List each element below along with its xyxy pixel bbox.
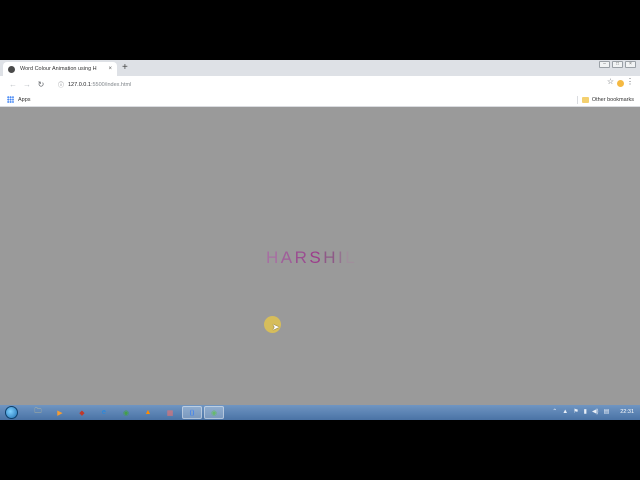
calendar-icon[interactable]: ▦	[160, 406, 180, 419]
other-bookmarks[interactable]: Other bookmarks	[576, 96, 634, 104]
globe-icon	[8, 65, 15, 73]
folder-icon	[581, 97, 589, 103]
vlc-icon[interactable]: ▲	[138, 406, 158, 419]
address-bar[interactable]: ⓘ 127.0.0.1:5500/index.html	[54, 79, 589, 91]
apps-shortcut[interactable]: Apps	[7, 96, 31, 103]
other-bookmarks-label: Other bookmarks	[591, 97, 634, 103]
browser-tab[interactable]: Word Colour Animation using H ×	[3, 62, 117, 76]
chrome-icon[interactable]: ◉	[116, 406, 136, 419]
url-path: :5500/index.html	[90, 81, 132, 88]
system-tray: ⌃ ▲ ⚑ ▮ ◀) ▤ 22:31	[552, 408, 634, 416]
taskbar: 🗀 ▶ ◆ e ◉ ▲ ▦ ⟨⟩ ◉ ⌃ ▲ ⚑ ▮ ◀) ▤ 22:31	[0, 405, 640, 420]
tab-title: Word Colour Animation using H	[20, 66, 97, 72]
browser-active-icon[interactable]: ◉	[204, 406, 224, 419]
bookmarks-divider	[576, 96, 578, 104]
network-icon[interactable]: ▤	[604, 408, 610, 415]
page-content: HARSHIL ➤	[0, 107, 640, 405]
word-letter: H	[266, 248, 281, 267]
screen: Word Colour Animation using H × + – □ × …	[0, 60, 640, 420]
back-button[interactable]: ←	[6, 80, 20, 89]
action-center-icon[interactable]: ⚑	[573, 408, 578, 415]
word-letter: L	[345, 248, 358, 267]
battery-icon[interactable]: ▮	[584, 408, 587, 415]
apps-label: Apps	[18, 96, 31, 103]
bookmark-star-icon[interactable]: ☆	[607, 77, 614, 86]
profile-avatar[interactable]	[617, 80, 624, 87]
tray-app-icon[interactable]: ▲	[562, 409, 568, 415]
animated-word: HARSHIL	[266, 248, 357, 268]
url-host: 127.0.0.1	[68, 81, 91, 88]
taskbar-pinned-apps: 🗀 ▶ ◆ e ◉ ▲ ▦ ⟨⟩ ◉	[28, 406, 226, 419]
window-controls: – □ ×	[599, 61, 636, 68]
tab-close-icon[interactable]: ×	[108, 66, 112, 72]
word-letter: H	[323, 248, 339, 267]
volume-icon[interactable]: ◀)	[592, 408, 599, 415]
browser-menu-icon[interactable]: ⋮	[626, 77, 634, 86]
media-player-icon[interactable]: ▶	[50, 406, 70, 419]
start-button[interactable]	[5, 406, 18, 419]
word-letter: R	[294, 248, 310, 267]
apps-grid-icon	[7, 96, 14, 103]
browser-toolbar: ← → ↻ ⓘ 127.0.0.1:5500/index.html	[0, 76, 640, 93]
url-text: 127.0.0.1:5500/index.html	[68, 82, 131, 88]
explorer-icon[interactable]: 🗀	[28, 406, 48, 419]
site-info-icon[interactable]: ⓘ	[58, 80, 66, 89]
maximize-button[interactable]: □	[612, 61, 623, 68]
word-letter: S	[309, 248, 324, 267]
minimize-button[interactable]: –	[599, 61, 610, 68]
new-tab-button[interactable]: +	[122, 62, 128, 74]
forward-button[interactable]: →	[20, 80, 34, 89]
reload-button[interactable]: ↻	[34, 80, 48, 89]
taskbar-clock[interactable]: 22:31	[620, 409, 634, 415]
tab-strip: Word Colour Animation using H × + – □ ×	[0, 60, 640, 76]
word-letter: A	[280, 248, 295, 267]
bookmarks-bar: Apps Other bookmarks	[0, 93, 640, 107]
mouse-pointer-icon: ➤	[272, 322, 280, 332]
edge-icon[interactable]: e	[94, 406, 114, 419]
vscode-icon[interactable]: ⟨⟩	[182, 406, 202, 419]
tray-expand-icon[interactable]: ⌃	[552, 408, 557, 415]
shield-app-icon[interactable]: ◆	[72, 406, 92, 419]
close-window-button[interactable]: ×	[625, 61, 636, 68]
